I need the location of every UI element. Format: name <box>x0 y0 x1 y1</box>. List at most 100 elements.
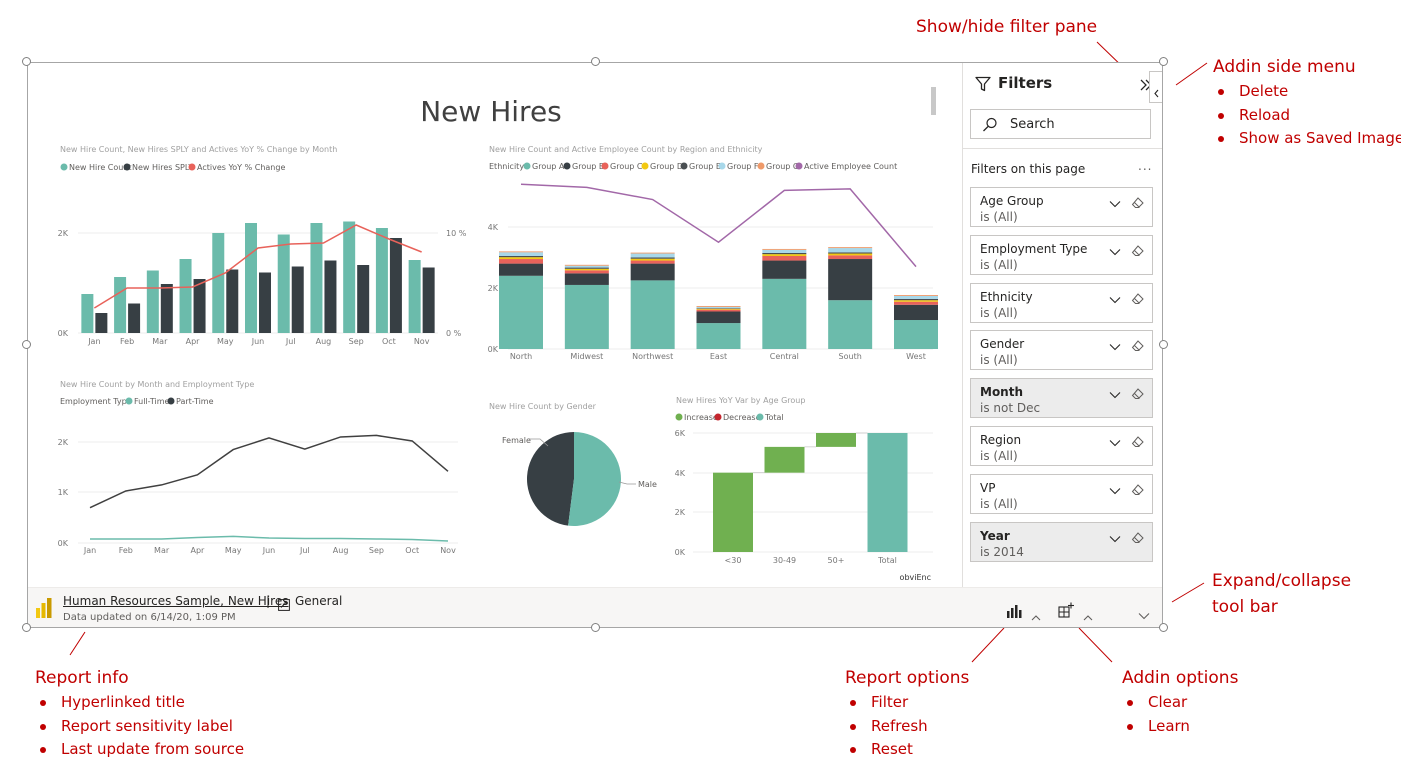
canvas-scrollbar[interactable] <box>931 87 936 115</box>
x-axis-labels: North Midwest Northwest East Central South Wes… <box>510 352 926 361</box>
chart-region-ethnicity[interactable]: New Hire Count and Active Employee Count… <box>488 145 938 361</box>
resize-handle[interactable] <box>22 340 31 349</box>
search-input[interactable]: Search <box>1010 117 1055 132</box>
resize-handle[interactable] <box>591 57 600 66</box>
legend-label: Group G <box>766 162 799 171</box>
chevron-up-icon[interactable] <box>1083 606 1093 625</box>
filter-value: is (All) <box>980 496 1018 511</box>
bar-segment-group-f <box>894 295 938 299</box>
chart-gender-pie[interactable]: New Hire Count by Gender Female Male <box>489 402 657 526</box>
filter-search-box[interactable]: Search <box>970 109 1151 139</box>
filter-card-month[interactable]: Month is not Dec <box>970 378 1153 419</box>
chevron-down-icon[interactable] <box>1108 481 1122 495</box>
chevron-down-icon[interactable] <box>1108 242 1122 256</box>
filter-name: Year <box>980 528 1010 543</box>
filter-card-vp[interactable]: VP is (All) <box>970 473 1153 514</box>
chevron-down-icon[interactable] <box>1108 337 1122 351</box>
x-tick-label: Jun <box>251 337 265 346</box>
bar-segment-group-c <box>499 259 543 264</box>
waterfall-bar <box>764 446 805 473</box>
annotation-addin-options: Addin options Clear Learn <box>1122 667 1238 738</box>
eraser-icon[interactable] <box>1131 290 1144 304</box>
eraser-icon[interactable] <box>1131 242 1144 256</box>
filter-card-region[interactable]: Region is (All) <box>970 426 1153 466</box>
annotation-heading: Addin side menu <box>1213 57 1356 77</box>
annotation-item: Learn <box>1126 715 1238 739</box>
chevron-left-icon <box>1153 83 1160 102</box>
x-tick-label: Apr <box>190 546 205 555</box>
resize-handle[interactable] <box>1159 623 1168 632</box>
eraser-icon[interactable] <box>1131 481 1144 495</box>
filter-card-ethnicity[interactable]: Ethnicity is (All) <box>970 282 1153 323</box>
chart-legend: New Hire Count New Hires SPLY Actives Yo… <box>60 163 285 172</box>
x-tick-label: Sep <box>349 337 364 346</box>
bar-segment-group-a <box>499 275 543 349</box>
chevron-down-icon[interactable] <box>1108 290 1122 303</box>
grid-plus-icon[interactable] <box>1058 602 1074 622</box>
more-options-button[interactable]: ... <box>1138 159 1152 173</box>
filter-name: Employment Type <box>980 241 1088 256</box>
resize-handle[interactable] <box>22 57 31 66</box>
filter-card-gender[interactable]: Gender is (All) <box>970 330 1153 371</box>
bar-segment-group-f <box>564 265 609 268</box>
chevron-down-icon[interactable] <box>1108 194 1122 208</box>
eraser-icon[interactable] <box>1131 433 1144 447</box>
filter-card-age-group[interactable]: Age Group is (All) <box>970 187 1153 227</box>
filter-card-year[interactable]: Year is 2014 <box>970 521 1153 562</box>
annotation-toolbar: Expand/collapse tool bar <box>1212 570 1351 618</box>
pie-slice-female <box>526 432 574 526</box>
chevron-up-icon[interactable] <box>1031 606 1041 625</box>
bar-segment-group-c <box>828 255 873 260</box>
bar-segment-group-g <box>630 252 675 254</box>
annotation-item: Reload <box>1217 104 1401 128</box>
bar-chart-icon[interactable] <box>1006 603 1022 622</box>
x-tick-label: 50+ <box>828 556 845 565</box>
filter-name: Ethnicity <box>980 289 1033 304</box>
chevron-down-icon[interactable] <box>1138 605 1150 624</box>
x-tick-label: Aug <box>333 546 349 555</box>
callout-line <box>1175 62 1208 86</box>
x-axis-labels: Jan Feb Mar Apr May Jun Jul Aug Sep Oct Nov <box>83 546 456 555</box>
side-menu-tab[interactable] <box>1149 71 1162 103</box>
legend-label: Decrease <box>723 413 761 422</box>
bar-segment-group-d <box>499 257 543 260</box>
series-line-full-time <box>90 535 449 542</box>
resize-handle[interactable] <box>591 623 600 632</box>
chart-monthly-hires[interactable]: New Hire Count, New Hires SPLY and Activ… <box>58 145 467 346</box>
y-tick-label: 0K <box>58 539 69 548</box>
legend-marker <box>563 162 571 170</box>
x-tick-label: Oct <box>405 546 419 555</box>
bar-segment-group-b <box>630 263 675 281</box>
x-tick-label: Total <box>877 556 897 565</box>
chart-employment-type[interactable]: New Hire Count by Month and Employment T… <box>58 380 458 555</box>
report-title-link[interactable]: Human Resources Sample, New Hires <box>63 594 288 608</box>
bar-new-hires-sply <box>357 265 370 333</box>
eraser-icon[interactable] <box>1131 194 1144 208</box>
chart-title: New Hires YoY Var by Age Group <box>676 396 805 405</box>
chevron-down-icon[interactable] <box>1108 385 1122 399</box>
chevron-down-icon[interactable] <box>1108 433 1122 447</box>
bar-segment-group-g <box>828 247 873 249</box>
resize-handle[interactable] <box>22 623 31 632</box>
x-tick-label: West <box>906 352 926 361</box>
eraser-icon[interactable] <box>1131 529 1144 543</box>
legend-label: Group F <box>727 162 759 171</box>
resize-handle[interactable] <box>1159 340 1168 349</box>
filter-name: Gender <box>980 337 1025 352</box>
annotation-heading: Show/hide filter pane <box>916 17 1098 37</box>
x-tick-label: Feb <box>120 337 134 346</box>
resize-handle[interactable] <box>1159 57 1168 66</box>
chart-age-group-waterfall[interactable]: New Hires YoY Var by Age Group Increase … <box>675 396 933 582</box>
waterfall-bar <box>713 472 753 552</box>
legend-marker <box>757 162 765 170</box>
legend-label: Active Employee Count <box>804 162 897 171</box>
filter-card-employment-type[interactable]: Employment Type is (All) <box>970 234 1153 275</box>
annotation-item: Clear <box>1126 691 1238 715</box>
chevron-down-icon[interactable] <box>1108 529 1122 542</box>
bar-new-hire-count <box>81 294 94 333</box>
x-tick-label: Nov <box>414 337 430 346</box>
filter-pane-title: Filters <box>998 74 1053 92</box>
eraser-icon[interactable] <box>1131 337 1144 352</box>
eraser-icon[interactable] <box>1131 385 1144 400</box>
bar-segment-group-a <box>828 300 873 349</box>
